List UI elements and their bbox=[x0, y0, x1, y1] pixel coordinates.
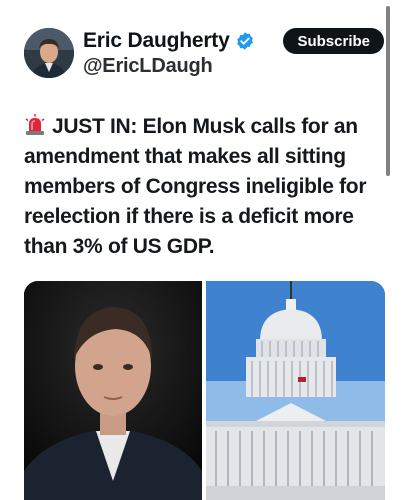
author-names: Eric Daugherty @EricLDaugh bbox=[83, 28, 255, 78]
portrait-photo[interactable] bbox=[24, 281, 202, 500]
avatar[interactable] bbox=[24, 28, 74, 78]
tweet-media[interactable] bbox=[24, 281, 385, 500]
user-handle[interactable]: @EricLDaugh bbox=[83, 55, 255, 78]
tweet-text: JUST IN: Elon Musk calls for an amendmen… bbox=[24, 115, 367, 258]
scrollbar[interactable] bbox=[386, 6, 390, 176]
tweet-header: Eric Daugherty @EricLDaugh Subscribe bbox=[24, 28, 384, 80]
siren-icon bbox=[24, 114, 46, 136]
verified-badge-icon bbox=[235, 31, 255, 51]
display-name[interactable]: Eric Daugherty bbox=[83, 29, 230, 53]
tweet-text-container: JUST IN: Elon Musk calls for an amendmen… bbox=[24, 112, 384, 262]
capitol-building-photo[interactable] bbox=[206, 281, 385, 500]
subscribe-button[interactable]: Subscribe bbox=[283, 28, 384, 54]
